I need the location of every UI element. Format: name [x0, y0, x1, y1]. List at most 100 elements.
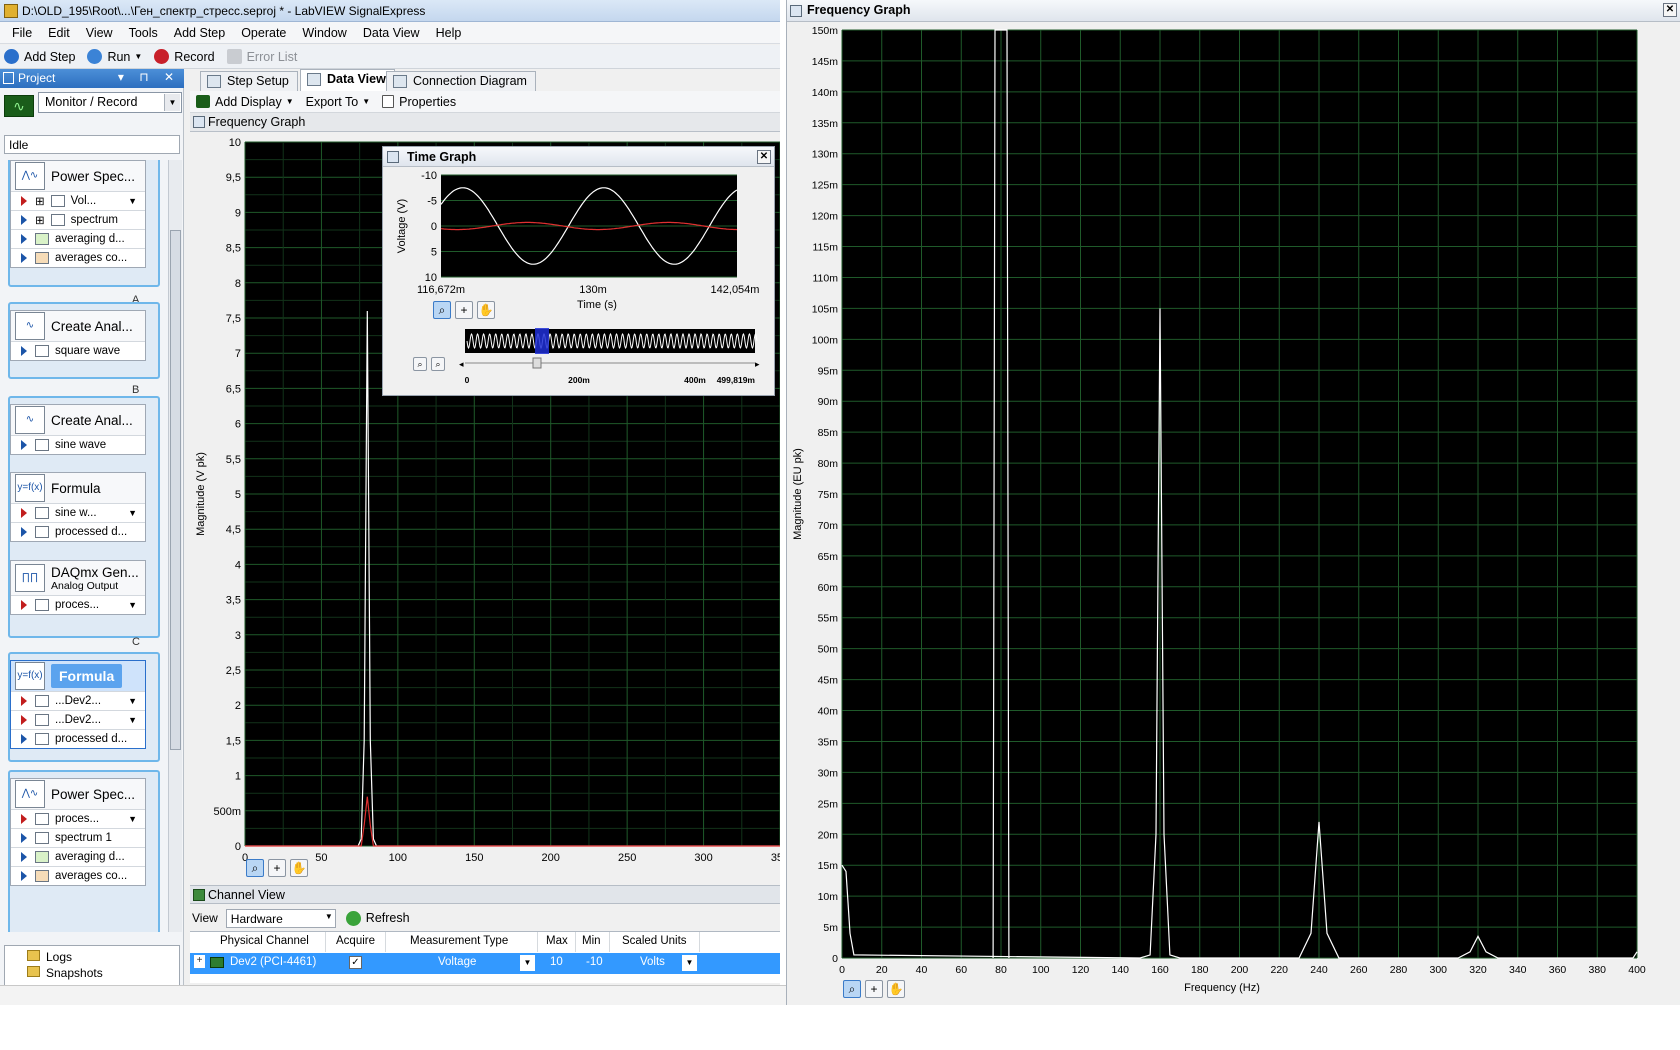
acquire-checkbox[interactable]: ✓ — [349, 956, 362, 969]
y-tick-label: 6 — [235, 419, 241, 431]
chevron-down-icon[interactable]: ▼ — [286, 97, 294, 106]
table-row[interactable]: + Dev2 (PCI-4461) ✓ Voltage ▼ 10 -10 Vol… — [190, 953, 780, 974]
chevron-down-icon[interactable]: ▼ — [128, 715, 137, 725]
chevron-down-icon[interactable]: ▼ — [325, 912, 333, 921]
chevron-down-icon[interactable]: ▼ — [134, 52, 142, 61]
list-item[interactable]: spectrum 1 — [11, 828, 145, 847]
chevron-down-icon[interactable]: ▼ — [128, 600, 137, 610]
view-select[interactable]: Hardware ▼ — [225, 908, 336, 928]
step-list-scrollbar[interactable] — [168, 160, 182, 932]
list-item[interactable]: proces... ▼ — [11, 595, 145, 614]
column-header-min[interactable]: Min — [576, 932, 610, 952]
min-value[interactable]: -10 — [586, 956, 603, 968]
list-item[interactable]: averaging d... — [11, 847, 145, 866]
add-display-button[interactable]: Add Display ▼ — [196, 95, 294, 109]
tree-item-logs[interactable]: Logs — [5, 946, 179, 964]
close-icon[interactable]: ✕ — [1663, 3, 1677, 17]
cursor-tool-button[interactable]: + — [455, 301, 473, 319]
column-header-acquire[interactable]: Acquire — [326, 932, 386, 952]
nav-tick-2: 400m — [684, 375, 706, 385]
navigator-window[interactable] — [535, 328, 549, 354]
error-list-button[interactable]: Error List — [226, 49, 297, 64]
menu-add-step[interactable]: Add Step — [166, 26, 233, 40]
list-item[interactable]: averages co... — [11, 248, 145, 267]
menu-tools[interactable]: Tools — [121, 26, 166, 40]
menu-operate[interactable]: Operate — [233, 26, 294, 40]
list-item[interactable]: square wave — [11, 341, 145, 360]
list-item[interactable]: processed d... — [11, 729, 145, 748]
max-value[interactable]: 10 — [550, 956, 563, 968]
mode-select[interactable]: Monitor / Record ▼ — [38, 92, 182, 113]
pan-tool-button[interactable]: ✋ — [477, 301, 495, 319]
cursor-tool-button[interactable]: + — [268, 859, 286, 877]
list-item[interactable]: ...Dev2... ▼ — [11, 691, 145, 710]
list-item[interactable]: ⊞ spectrum — [11, 210, 145, 229]
zoom-tool-button[interactable]: ⌕ — [433, 301, 451, 319]
step-formula[interactable]: y=f(x) Formula sine w... ▼ processed d... — [10, 472, 146, 542]
list-item[interactable]: ⊞ Vol... ▼ — [11, 191, 145, 210]
export-to-button[interactable]: Export To ▼ — [306, 95, 371, 109]
step-create-analog-sine[interactable]: ∿ Create Anal... sine wave — [10, 404, 146, 455]
step-power-spectrum[interactable]: ⋀∿ Power Spec... ⊞ Vol... ▼ ⊞ spectrum avera… — [10, 160, 146, 268]
properties-button[interactable]: Properties — [382, 95, 456, 109]
menu-view[interactable]: View — [78, 26, 121, 40]
chevron-down-icon[interactable]: ▼ — [520, 955, 535, 971]
close-icon[interactable]: ✕ — [757, 150, 771, 164]
chevron-down-icon[interactable]: ▼ — [128, 696, 137, 706]
add-step-button[interactable]: Add Step — [4, 49, 75, 64]
step-daqmx-generate[interactable]: ∏∏ DAQmx Gen... Analog Output proces... ▼ — [10, 560, 146, 615]
pan-tool-button[interactable]: ✋ — [887, 980, 905, 998]
cursor-tool-button[interactable]: + — [865, 980, 883, 998]
menu-help[interactable]: Help — [428, 26, 470, 40]
zoom-tool-button[interactable]: ⌕ — [246, 859, 264, 877]
tab-data-view[interactable]: Data View — [300, 69, 395, 91]
nav-zoom-in-button[interactable]: ⌕ — [413, 357, 427, 371]
expand-icon[interactable]: + — [194, 955, 205, 968]
refresh-button[interactable]: Refresh — [345, 910, 410, 926]
navigator-right-arrow[interactable]: ▸ — [755, 359, 760, 369]
list-item[interactable]: sine wave — [11, 435, 145, 454]
step-power-spectrum-2[interactable]: ⋀∿ Power Spec... proces... ▼ spectrum 1 av… — [10, 778, 146, 886]
menu-window[interactable]: Window — [294, 26, 354, 40]
time-graph-window[interactable]: Time Graph ✕ 10 5 0 -5 -10 116,672m 130m 142… — [382, 146, 775, 396]
run-button[interactable]: Run ▼ — [87, 49, 142, 64]
frequency-graph-window[interactable]: Frequency Graph ✕ 0 5m 10m 15m 20m 25m 30m 35m 4… — [786, 0, 1680, 1005]
units-value[interactable]: Volts — [640, 956, 665, 968]
navigator-left-arrow[interactable]: ◂ — [459, 359, 464, 369]
menu-data-view[interactable]: Data View — [355, 26, 428, 40]
column-header-measurement-type[interactable]: Measurement Type — [386, 932, 538, 952]
expand-icon[interactable]: ⊞ — [35, 213, 45, 227]
column-header-scaled-units[interactable]: Scaled Units — [610, 932, 700, 952]
expand-icon[interactable]: ⊞ — [35, 194, 45, 208]
nav-zoom-out-button[interactable]: ⌕ — [431, 357, 445, 371]
menu-edit[interactable]: Edit — [40, 26, 78, 40]
list-item[interactable]: ...Dev2... ▼ — [11, 710, 145, 729]
record-button[interactable]: Record — [154, 49, 215, 64]
measurement-type-value[interactable]: Voltage — [438, 956, 476, 968]
list-item[interactable]: processed d... — [11, 522, 145, 541]
list-item[interactable]: proces... ▼ — [11, 809, 145, 828]
chevron-down-icon[interactable]: ▼ — [164, 94, 180, 111]
scrollbar-thumb[interactable] — [170, 230, 181, 750]
menu-file[interactable]: File — [4, 26, 40, 40]
frequency-graph-right[interactable]: 0 5m 10m 15m 20m 25m 30m 35m 40m 45m 50m 55m 60m 65m 7… — [787, 22, 1679, 1005]
tab-connection-diagram[interactable]: Connection Diagram — [386, 71, 536, 91]
navigator-thumb[interactable] — [532, 357, 542, 369]
list-item[interactable]: averages co... — [11, 866, 145, 885]
chevron-down-icon[interactable]: ▼ — [128, 508, 137, 518]
step-create-analog-square[interactable]: ∿ Create Anal... square wave — [10, 310, 146, 361]
chevron-down-icon[interactable]: ▼ — [128, 196, 137, 206]
list-item[interactable]: averaging d... — [11, 229, 145, 248]
pane-buttons[interactable]: ▾ ⊓ ✕ — [118, 70, 180, 84]
zoom-tool-button[interactable]: ⌕ — [843, 980, 861, 998]
pan-tool-button[interactable]: ✋ — [290, 859, 308, 877]
column-header-physical-channel[interactable]: Physical Channel — [190, 932, 326, 952]
tree-item-snapshots[interactable]: Snapshots — [5, 964, 179, 980]
step-formula-selected[interactable]: y=f(x) Formula ...Dev2... ▼ ...Dev2... ▼ pr… — [10, 660, 146, 749]
list-item[interactable]: sine w... ▼ — [11, 503, 145, 522]
column-header-max[interactable]: Max — [538, 932, 576, 952]
chevron-down-icon[interactable]: ▼ — [682, 955, 697, 971]
tab-step-setup[interactable]: Step Setup — [200, 71, 298, 91]
chevron-down-icon[interactable]: ▼ — [128, 814, 137, 824]
chevron-down-icon[interactable]: ▼ — [362, 97, 370, 106]
